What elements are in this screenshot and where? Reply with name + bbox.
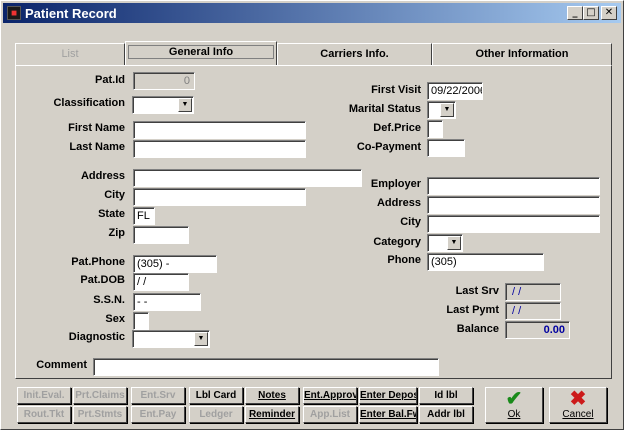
notes-button[interactable]: Notes [245, 387, 299, 404]
first-visit-label: First Visit [371, 84, 421, 96]
phone-field[interactable]: (305) [427, 253, 544, 271]
title-bar[interactable]: ■ Patient Record _ □ ✕ [3, 3, 621, 23]
state-label: State [98, 208, 125, 220]
balance-field: 0.00 [505, 321, 570, 339]
first-visit-field[interactable]: 09/22/2006 [427, 82, 483, 100]
comment-field[interactable] [93, 358, 439, 376]
def-price-field[interactable] [427, 120, 443, 138]
marital-status-label: Marital Status [348, 103, 421, 115]
addr-lbl-button[interactable]: Addr lbl [419, 406, 473, 423]
ledger-button[interactable]: Ledger [189, 406, 243, 423]
pat-dob-label: Pat.DOB [80, 274, 125, 286]
ent-srv-button[interactable]: Ent.Srv [131, 387, 185, 404]
category-select[interactable]: ▼ [427, 234, 463, 252]
diagnostic-label: Diagnostic [68, 331, 125, 343]
co-payment-field[interactable] [427, 139, 465, 157]
patient-record-window: ■ Patient Record _ □ ✕ List General Info… [0, 0, 624, 430]
app-icon[interactable]: ■ [7, 6, 21, 20]
cancel-button[interactable]: ✖ Cancel [549, 387, 607, 423]
window-title: Patient Record [25, 5, 117, 21]
pat-id-label: Pat.Id [95, 74, 125, 86]
minimize-icon[interactable]: _ [567, 6, 583, 20]
first-name-field[interactable] [133, 121, 306, 139]
close-icon[interactable]: ✕ [601, 6, 617, 20]
checkmark-icon: ✔ [505, 388, 523, 410]
last-name-label: Last Name [69, 141, 125, 153]
category-label: Category [373, 236, 421, 248]
pat-phone-label: Pat.Phone [71, 256, 125, 268]
employer-city-label: City [400, 216, 421, 228]
employer-address-label: Address [376, 197, 421, 209]
classification-select[interactable]: ▼ [132, 96, 194, 114]
init-eval-button[interactable]: Init.Eval. [17, 387, 71, 404]
comment-label: Comment [36, 359, 87, 371]
phone-label: Phone [387, 254, 421, 266]
enter-bal-fw-button[interactable]: Enter Bal.Fw [359, 406, 417, 423]
ent-pay-button[interactable]: Ent.Pay [131, 406, 185, 423]
employer-label: Employer [370, 178, 421, 190]
city-field[interactable] [133, 188, 306, 206]
last-srv-label: Last Srv [455, 285, 499, 297]
employer-address-field[interactable] [427, 196, 600, 214]
prt-stmts-button[interactable]: Prt.Stmts [73, 406, 127, 423]
first-name-label: First Name [68, 122, 125, 134]
zip-field[interactable] [133, 226, 189, 244]
pat-phone-field[interactable]: (305) - [133, 255, 217, 273]
address-field[interactable] [133, 169, 362, 187]
co-payment-label: Co-Payment [356, 141, 421, 153]
balance-label: Balance [456, 323, 499, 335]
last-name-field[interactable] [133, 140, 306, 158]
ent-approv-button[interactable]: Ent.Approv [303, 387, 357, 404]
sex-field[interactable] [133, 312, 149, 330]
marital-status-select[interactable]: ▼ [427, 101, 456, 119]
tab-list[interactable]: List [15, 43, 125, 65]
tab-other-information[interactable]: Other Information [432, 43, 612, 65]
address-label: Address [80, 170, 125, 182]
last-pymt-label: Last Pymt [446, 304, 499, 316]
pat-id-field: 0 [133, 72, 195, 90]
window-controls: _ □ ✕ [567, 6, 617, 20]
chevron-down-icon[interactable]: ▼ [440, 103, 454, 117]
pat-dob-field[interactable]: / / [133, 273, 189, 291]
chevron-down-icon[interactable]: ▼ [447, 236, 461, 250]
employer-city-field[interactable] [427, 215, 600, 233]
reminder-button[interactable]: Reminder [245, 406, 299, 423]
diagnostic-select[interactable]: ▼ [132, 330, 210, 348]
tab-carriers-info[interactable]: Carriers Info. [277, 43, 432, 65]
chevron-down-icon[interactable]: ▼ [178, 98, 192, 112]
tab-general-info[interactable]: General Info [125, 41, 277, 65]
def-price-label: Def.Price [373, 122, 421, 134]
id-lbl-button[interactable]: Id lbl [419, 387, 473, 404]
state-field[interactable]: FL [133, 207, 155, 225]
x-icon: ✖ [569, 388, 587, 410]
employer-field[interactable] [427, 177, 600, 195]
lbl-card-button[interactable]: Lbl Card [189, 387, 243, 404]
chevron-down-icon[interactable]: ▼ [194, 332, 208, 346]
ok-button[interactable]: ✔ Ok [485, 387, 543, 423]
maximize-icon[interactable]: □ [583, 6, 599, 20]
prt-claims-button[interactable]: Prt.Claims [73, 387, 127, 404]
classification-label: Classification [53, 97, 125, 109]
last-pymt-field: / / [505, 302, 561, 320]
last-srv-field: / / [505, 283, 561, 301]
enter-depos-button[interactable]: Enter Depos [359, 387, 417, 404]
app-list-button[interactable]: App.List [303, 406, 357, 423]
city-label: City [104, 189, 125, 201]
ssn-field[interactable]: - - [133, 293, 201, 311]
ssn-label: S.S.N. [93, 294, 125, 306]
sex-label: Sex [105, 313, 125, 325]
zip-label: Zip [108, 227, 126, 239]
rout-tkt-button[interactable]: Rout.Tkt [17, 406, 71, 423]
